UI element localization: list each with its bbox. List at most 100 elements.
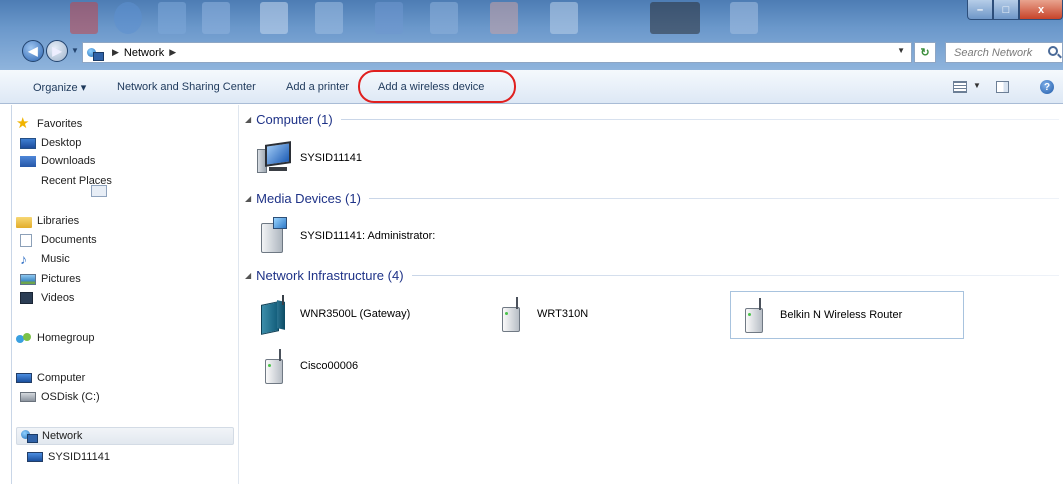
network-icon: [21, 429, 38, 443]
navigation-pane: ★ Favorites Desktop Downloads Recent Pla…: [0, 105, 238, 484]
network-sharing-center-button[interactable]: Network and Sharing Center: [117, 81, 256, 93]
navigation-row: ◀ ▶ ▼ ▶ Network ▶ ▼ ↻ Search Network: [0, 36, 1063, 66]
highlight-annotation-ring: [358, 70, 516, 103]
help-icon[interactable]: ?: [1040, 80, 1054, 94]
videos-icon: [20, 292, 33, 304]
sidebar-item-downloads[interactable]: Downloads: [20, 152, 95, 170]
disk-drive-icon: [20, 392, 36, 402]
computer-icon: [255, 139, 293, 177]
recent-places-icon: [91, 185, 107, 197]
group-divider: [368, 198, 1059, 199]
device-tile-selected[interactable]: Belkin N Wireless Router: [730, 291, 964, 339]
refresh-icon[interactable]: ↻: [914, 42, 936, 63]
sidebar-item-homegroup[interactable]: Homegroup: [16, 329, 94, 347]
sidebar-item-label: Network: [42, 430, 83, 442]
sidebar-item-label: Pictures: [41, 273, 81, 285]
sidebar-item-videos[interactable]: Videos: [20, 289, 74, 307]
group-header-network-infrastructure[interactable]: ◢ Network Infrastructure (4): [245, 268, 1059, 283]
sidebar-item-label: Desktop: [41, 137, 82, 149]
star-icon: ★: [16, 115, 30, 132]
breadcrumb-separator-icon[interactable]: ▶: [169, 47, 176, 58]
sidebar-item-pictures[interactable]: Pictures: [20, 270, 81, 288]
router-icon: [492, 295, 530, 333]
sidebar-item-label: SYSID11141: [48, 451, 110, 463]
sidebar-item-label: OSDisk (C:): [41, 391, 100, 403]
sidebar-item-label: Music: [41, 253, 70, 265]
router-icon: [735, 296, 773, 334]
minimize-button[interactable]: –: [967, 0, 993, 20]
maximize-button[interactable]: □: [993, 0, 1019, 20]
libraries-folder-icon: [16, 216, 32, 228]
recent-pages-dropdown-icon[interactable]: ▼: [71, 46, 79, 55]
collapse-triangle-icon[interactable]: ◢: [245, 194, 251, 203]
device-tile[interactable]: SYSID11141: [255, 139, 362, 177]
address-dropdown-icon[interactable]: ▼: [897, 46, 905, 55]
back-arrow-icon[interactable]: ◀: [22, 40, 44, 62]
device-label: Belkin N Wireless Router: [780, 309, 903, 321]
group-header-media-devices[interactable]: ◢ Media Devices (1): [245, 191, 1059, 206]
sidebar-item-label: Libraries: [37, 215, 80, 227]
view-dropdown-icon[interactable]: ▼: [973, 81, 981, 90]
content-pane: ◢ Computer (1) SYSID11141 ◢ Media Device…: [239, 105, 1063, 484]
device-label: WNR3500L (Gateway): [300, 308, 411, 320]
device-label: SYSID11141: Administrator:: [300, 230, 436, 242]
router-icon: [255, 347, 293, 385]
device-tile[interactable]: WNR3500L (Gateway): [255, 295, 411, 335]
computer-icon: [27, 452, 43, 462]
sidebar-item-label: Downloads: [41, 155, 96, 167]
preview-pane-icon[interactable]: [996, 81, 1009, 93]
device-tile[interactable]: WRT310N: [492, 295, 588, 333]
search-placeholder: Search Network: [954, 46, 1033, 59]
sidebar-item-network[interactable]: Network: [16, 427, 234, 445]
device-label: WRT310N: [537, 308, 589, 320]
device-tile[interactable]: Cisco00006: [255, 347, 358, 385]
command-bar: Organize ▾ Network and Sharing Center Ad…: [0, 70, 1063, 104]
sidebar-item-osdisk[interactable]: OSDisk (C:): [20, 388, 100, 406]
pictures-icon: [20, 273, 36, 285]
sidebar-item-label: Homegroup: [37, 332, 95, 344]
change-view-icon[interactable]: [953, 81, 967, 93]
background-taskbar-thumbnails: [70, 2, 830, 36]
breadcrumb-separator-icon[interactable]: ▶: [112, 47, 119, 58]
sidebar-item-computer[interactable]: Computer: [16, 369, 85, 387]
add-printer-button[interactable]: Add a printer: [286, 81, 349, 93]
organize-button[interactable]: Organize ▾: [33, 81, 86, 94]
network-icon: [87, 47, 104, 61]
search-input[interactable]: Search Network: [945, 42, 1063, 63]
sidebar-item-music[interactable]: ♪ Music: [20, 250, 70, 268]
computer-icon: [16, 373, 32, 383]
sidebar-item-label: Favorites: [37, 118, 83, 130]
sidebar-item-label: Documents: [41, 234, 97, 246]
sidebar-item-recent-places[interactable]: Recent Places: [20, 172, 112, 197]
device-tile[interactable]: SYSID11141: Administrator:: [255, 217, 435, 255]
window-controls: – □ x: [967, 0, 1063, 22]
address-bar[interactable]: ▶ Network ▶ ▼: [82, 42, 912, 63]
sidebar-item-libraries[interactable]: Libraries: [16, 212, 79, 230]
music-icon: ♪: [20, 251, 27, 267]
nav-tree-line: [11, 105, 12, 484]
title-bar: – □ x ◀ ▶ ▼ ▶ Network ▶ ▼ ↻ Search Netwo…: [0, 0, 1063, 70]
search-icon[interactable]: [1048, 46, 1058, 56]
homegroup-icon: [16, 331, 32, 345]
group-header-computer[interactable]: ◢ Computer (1): [245, 112, 1059, 127]
sidebar-item-documents[interactable]: Documents: [20, 231, 97, 249]
group-divider: [411, 275, 1059, 276]
documents-icon: [20, 233, 32, 247]
group-title: Computer (1): [256, 112, 333, 127]
group-divider: [340, 119, 1059, 120]
sidebar-item-desktop[interactable]: Desktop: [20, 134, 81, 152]
forward-arrow-icon[interactable]: ▶: [46, 40, 68, 62]
collapse-triangle-icon[interactable]: ◢: [245, 271, 251, 280]
sidebar-item-sysid[interactable]: SYSID11141: [27, 448, 110, 466]
media-device-icon: [255, 217, 293, 255]
sidebar-item-favorites[interactable]: ★ Favorites: [16, 115, 82, 133]
desktop-icon: [20, 137, 36, 149]
gateway-router-icon: [255, 295, 293, 335]
sidebar-item-label: Computer: [37, 372, 86, 384]
device-label: SYSID11141: [300, 152, 362, 164]
device-label: Cisco00006: [300, 360, 359, 372]
close-button[interactable]: x: [1019, 0, 1063, 20]
breadcrumb-network[interactable]: Network: [124, 47, 164, 59]
downloads-icon: [20, 155, 36, 167]
collapse-triangle-icon[interactable]: ◢: [245, 115, 251, 124]
